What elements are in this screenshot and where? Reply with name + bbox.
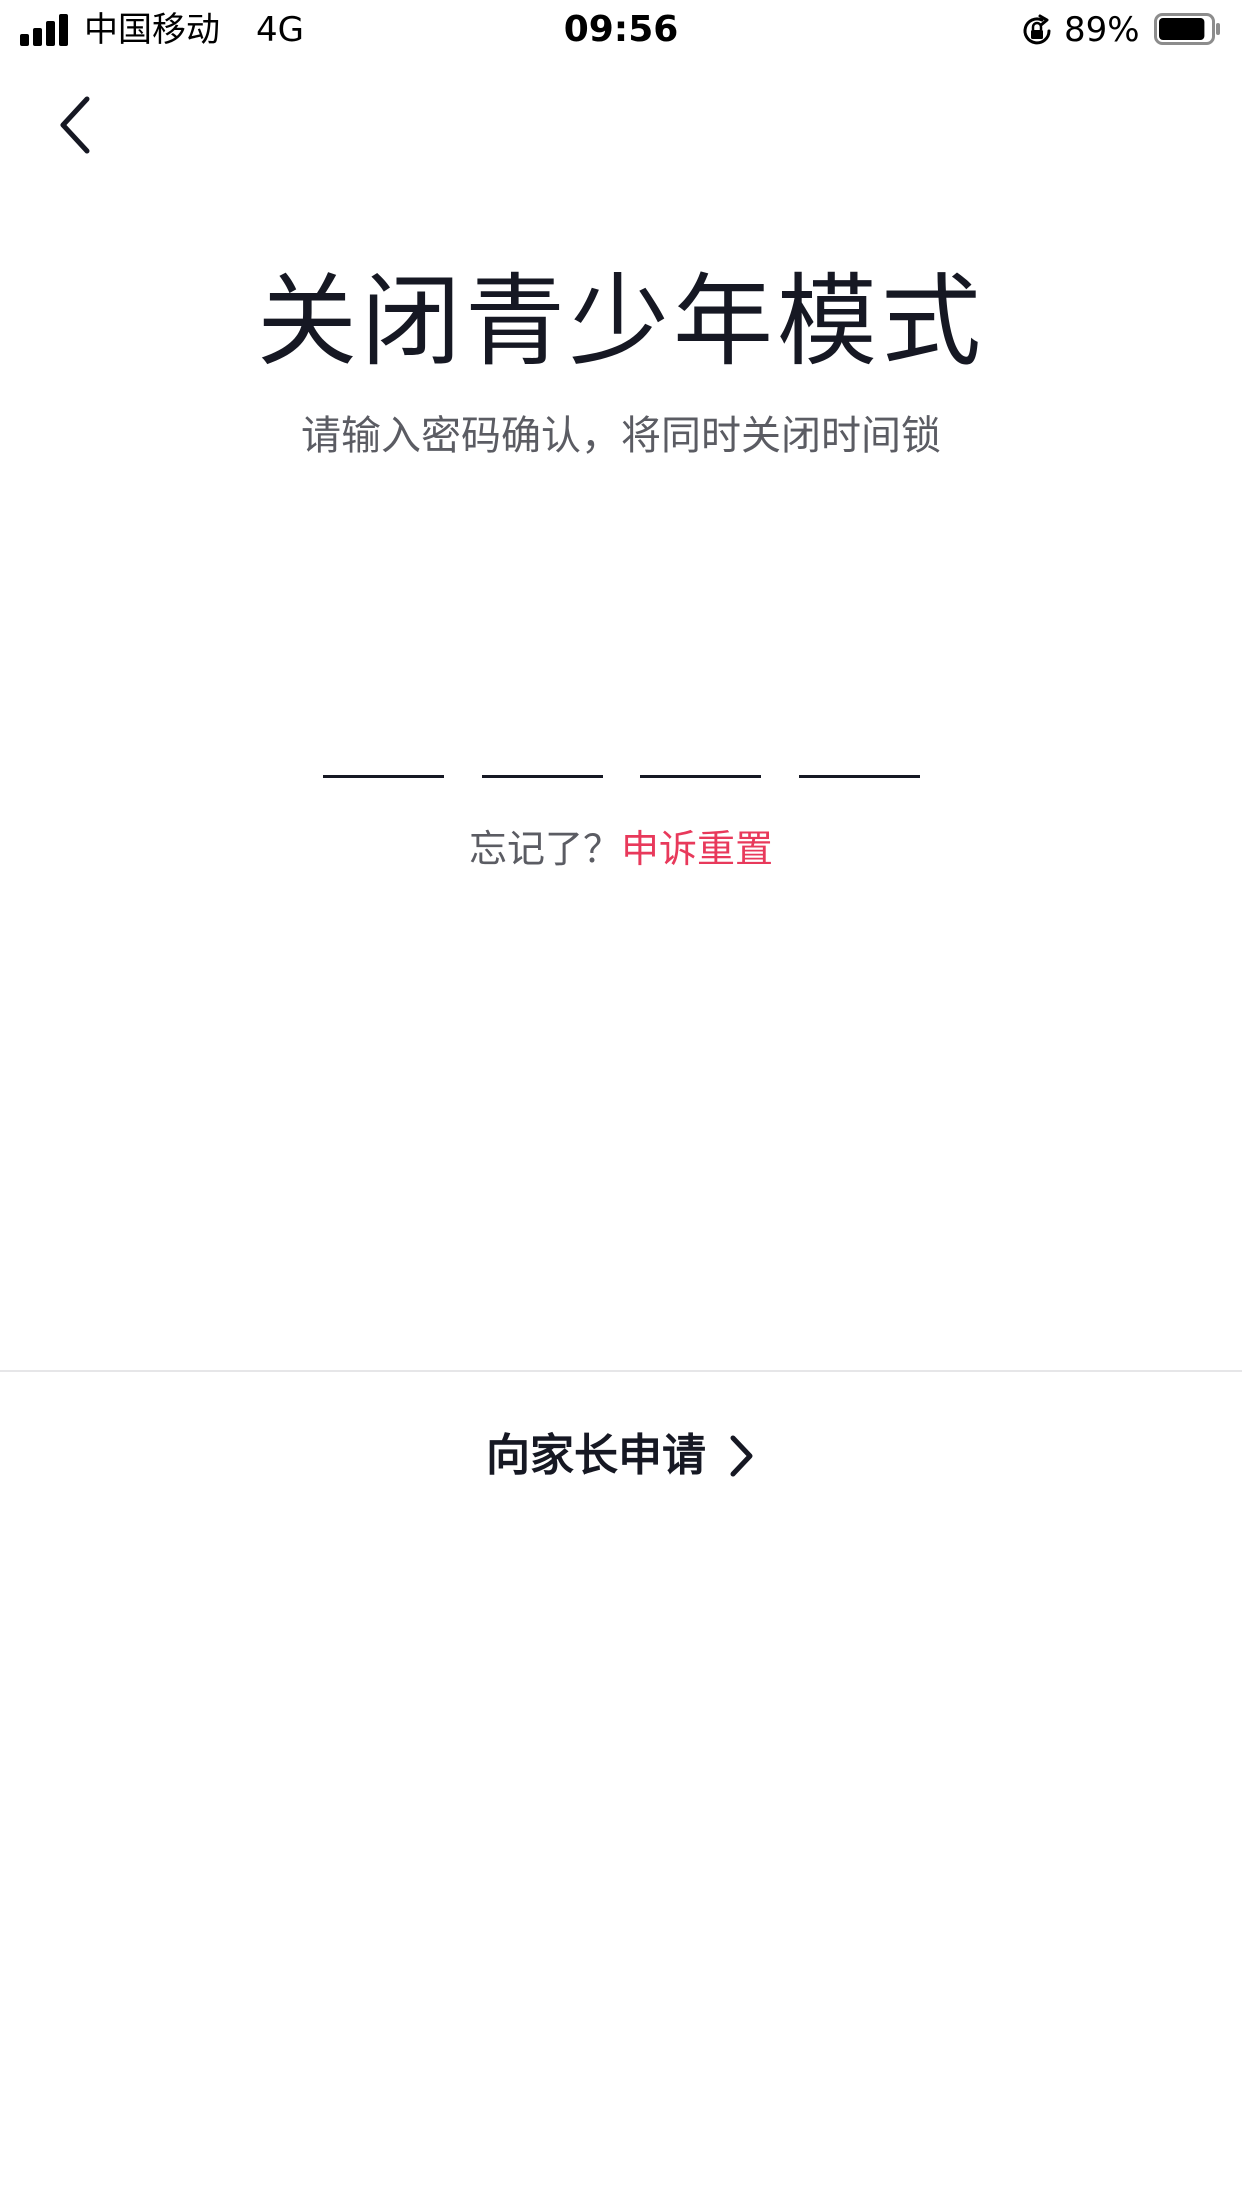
- status-bar: 中国移动 4G 09:56 89%: [0, 0, 1242, 62]
- battery-percent: 89%: [1064, 10, 1140, 50]
- page-subtitle: 请输入密码确认，将同时关闭时间锁: [301, 413, 941, 459]
- chevron-left-icon: [60, 96, 90, 154]
- forgot-password-row: 忘记了？申诉重置: [0, 821, 1242, 877]
- battery-icon: [1154, 13, 1220, 45]
- passcode-digit-4[interactable]: [798, 700, 920, 778]
- back-button[interactable]: [40, 90, 110, 160]
- divider: [0, 1370, 1242, 1372]
- chevron-right-icon: [730, 1435, 753, 1477]
- network-type: 4G: [256, 10, 304, 50]
- status-time: 09:56: [563, 9, 679, 50]
- passcode-input[interactable]: [323, 700, 920, 778]
- passcode-digit-3[interactable]: [640, 700, 762, 778]
- carrier-name: 中国移动: [84, 10, 220, 50]
- rotation-lock-icon: [1023, 14, 1051, 45]
- forgot-prompt: 忘记了？: [468, 827, 621, 871]
- page-title: 关闭青少年模式: [257, 263, 985, 380]
- request-parent-label: 向家长申请: [486, 1430, 706, 1481]
- passcode-digit-2[interactable]: [481, 700, 603, 778]
- request-parent-button[interactable]: 向家长申请: [0, 1420, 1242, 1492]
- passcode-digit-1[interactable]: [323, 700, 444, 778]
- cellular-signal-icon: [20, 14, 72, 46]
- appeal-reset-link[interactable]: 申诉重置: [621, 827, 773, 871]
